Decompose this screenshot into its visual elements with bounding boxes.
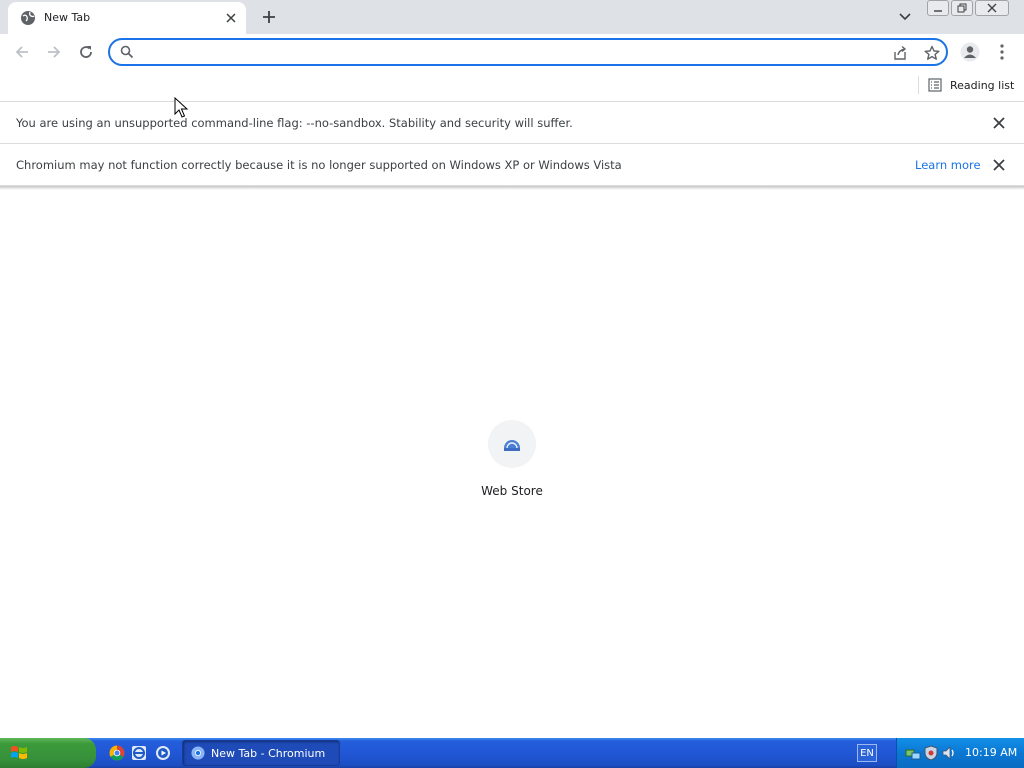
shortcut-web-store[interactable]: Web Store bbox=[472, 418, 552, 508]
language-indicator[interactable]: EN bbox=[857, 744, 877, 762]
infobar-no-sandbox: You are using an unsupported command-lin… bbox=[0, 102, 1024, 144]
start-button[interactable] bbox=[0, 738, 96, 768]
tab-title: New Tab bbox=[44, 11, 91, 24]
mouse-cursor-icon bbox=[174, 97, 188, 118]
search-icon bbox=[120, 45, 134, 59]
globe-icon bbox=[20, 10, 36, 26]
back-button[interactable] bbox=[10, 40, 34, 64]
infobar-message: You are using an unsupported command-lin… bbox=[16, 116, 573, 130]
profile-button[interactable] bbox=[958, 40, 982, 64]
infobar-close-icon[interactable] bbox=[990, 156, 1008, 174]
taskbar-item-label: New Tab - Chromium bbox=[211, 746, 326, 760]
reading-list-label: Reading list bbox=[950, 78, 1015, 92]
chromium-icon bbox=[191, 746, 205, 760]
media-player-quicklaunch-icon[interactable] bbox=[154, 744, 172, 762]
toolbar bbox=[0, 34, 1024, 70]
taskbar-item-chromium[interactable]: New Tab - Chromium bbox=[182, 740, 340, 766]
restore-icon bbox=[957, 3, 967, 13]
volume-icon[interactable] bbox=[941, 745, 957, 761]
more-vertical-icon bbox=[1000, 44, 1004, 60]
close-icon bbox=[987, 3, 997, 13]
web-store-icon bbox=[488, 420, 536, 468]
avatar-icon bbox=[960, 42, 980, 62]
window-controls bbox=[927, 0, 1009, 18]
infobar-message: Chromium may not function correctly beca… bbox=[16, 158, 622, 172]
ie-quicklaunch-icon[interactable] bbox=[130, 744, 148, 762]
clock: 10:19 AM bbox=[965, 746, 1018, 759]
address-input[interactable] bbox=[142, 42, 882, 62]
reload-button[interactable] bbox=[74, 40, 98, 64]
reload-icon bbox=[80, 46, 92, 58]
chromium-quicklaunch-icon[interactable] bbox=[108, 744, 126, 762]
reading-list-button[interactable]: Reading list bbox=[928, 75, 1014, 95]
chevron-down-icon bbox=[899, 13, 911, 21]
security-shield-icon[interactable] bbox=[923, 745, 939, 761]
divider bbox=[918, 76, 919, 94]
shortcut-label: Web Store bbox=[481, 484, 543, 498]
bookmark-bar: Reading list bbox=[0, 70, 1024, 102]
reading-list-icon bbox=[928, 78, 942, 92]
minimize-button[interactable] bbox=[927, 0, 949, 16]
infobar-shadow bbox=[0, 186, 1024, 190]
tab-close-icon[interactable] bbox=[222, 9, 240, 27]
tab-strip: New Tab bbox=[0, 0, 1024, 34]
network-icon[interactable] bbox=[905, 745, 921, 761]
learn-more-link[interactable]: Learn more bbox=[915, 158, 981, 172]
menu-button[interactable] bbox=[992, 40, 1012, 64]
close-window-button[interactable] bbox=[975, 0, 1009, 16]
share-icon[interactable] bbox=[890, 43, 910, 63]
taskbar: New Tab - Chromium EN 10:19 AM bbox=[0, 738, 1024, 768]
plus-icon bbox=[263, 11, 275, 23]
new-tab-button[interactable] bbox=[258, 6, 280, 28]
forward-button[interactable] bbox=[42, 40, 66, 64]
bookmark-star-icon[interactable] bbox=[922, 43, 942, 63]
omnibox[interactable] bbox=[108, 38, 948, 66]
arrow-left-icon bbox=[15, 46, 28, 58]
infobar-unsupported-os: Chromium may not function correctly beca… bbox=[0, 144, 1024, 186]
windows-logo-icon bbox=[11, 746, 27, 759]
infobar-close-icon[interactable] bbox=[990, 114, 1008, 132]
restore-button[interactable] bbox=[951, 0, 973, 16]
arrow-right-icon bbox=[48, 46, 61, 58]
tab-new-tab[interactable]: New Tab bbox=[8, 2, 246, 34]
system-tray: 10:19 AM bbox=[896, 738, 1024, 768]
minimize-icon bbox=[934, 10, 942, 12]
tab-search-button[interactable] bbox=[894, 6, 916, 28]
